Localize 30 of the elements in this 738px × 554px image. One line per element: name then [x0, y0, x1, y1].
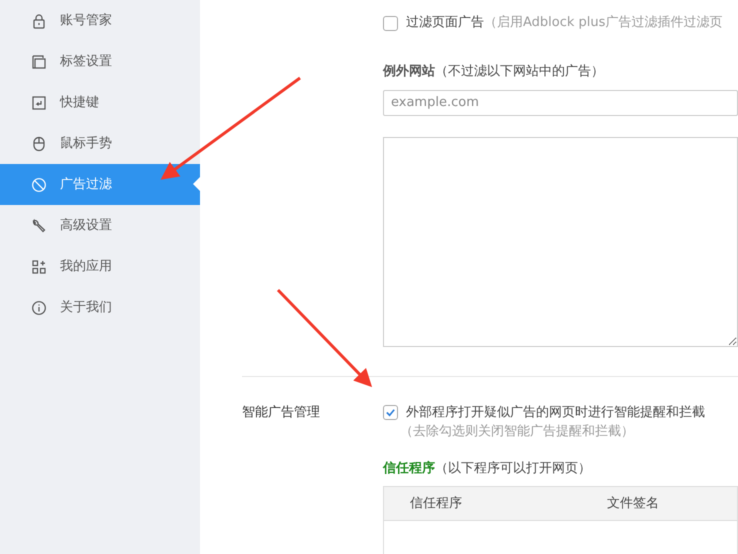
checkbox-label: 过滤页面广告 [406, 14, 484, 32]
info-icon [31, 300, 47, 316]
checkbox[interactable] [383, 404, 398, 420]
hint-text: （以下程序可以打开网页） [435, 460, 591, 478]
sidebar-item[interactable]: 快捷键 [0, 82, 200, 123]
tabs-icon [31, 54, 47, 70]
lock-icon [31, 12, 47, 28]
section-title: 例外网站 [383, 63, 435, 81]
sidebar-item[interactable]: 关于我们 [0, 287, 200, 328]
sidebar-item[interactable]: 账号管家 [0, 0, 200, 41]
sidebar-item[interactable]: 高级设置 [0, 205, 200, 246]
section-title: 信任程序 [383, 460, 435, 478]
wrench-icon [31, 218, 47, 234]
hint-text: （不过滤以下网站中的广告） [435, 63, 604, 81]
checkbox[interactable] [383, 16, 398, 30]
apps-icon [31, 258, 47, 274]
input-field[interactable]: example.com [383, 90, 738, 116]
mouse-icon [31, 136, 47, 152]
hint-text: （启用Adblock plus广告过滤插件过滤页 [484, 14, 722, 32]
column-header: 文件签名 [607, 494, 659, 513]
sidebar-item[interactable]: 我的应用 [0, 246, 200, 287]
block-icon [31, 176, 47, 192]
checkbox-label: 外部程序打开疑似广告的网页时进行智能提醒和拦截 [406, 404, 705, 422]
setting-label: 智能广告管理 [242, 404, 321, 422]
sidebar-item[interactable]: 标签设置 [0, 41, 200, 82]
column-header: 信任程序 [410, 494, 462, 513]
enter-key-icon [31, 94, 47, 110]
hint-text: （去除勾选则关闭智能广告提醒和拦截） [400, 423, 635, 441]
checkmark-icon [385, 406, 396, 418]
sidebar-item[interactable]: 鼠标手势 [0, 123, 200, 164]
